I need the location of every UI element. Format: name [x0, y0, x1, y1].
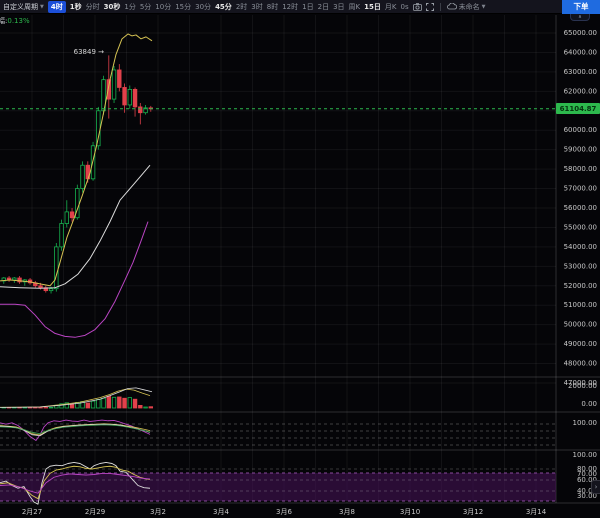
svg-text:65000.00: 65000.00 [564, 29, 597, 37]
svg-text:56000.00: 56000.00 [564, 204, 597, 212]
svg-text:53000.00: 53000.00 [564, 262, 597, 270]
change-percent-value: 0.13% [7, 17, 29, 25]
period-button[interactable]: 5分 [140, 2, 151, 12]
period-button[interactable]: 12时 [282, 2, 298, 12]
price-axis-labels[interactable]: 65000.00 64000.00 63000.00 62000.00 60000.00… [564, 29, 597, 500]
svg-text:48000.00: 48000.00 [564, 360, 597, 368]
svg-text:100.00: 100.00 [573, 419, 598, 427]
svg-text:3月6: 3月6 [276, 508, 292, 516]
period-button[interactable]: 分时 [86, 2, 100, 12]
period-button[interactable]: 3时 [251, 2, 262, 12]
period-button[interactable]: 1分 [124, 2, 135, 12]
period-button[interactable]: 10分 [155, 2, 171, 12]
kline-chart[interactable]: 65000.00 64000.00 63000.00 62000.00 60000.00… [0, 0, 600, 518]
cloud-icon [447, 3, 457, 10]
date-axis-labels[interactable]: 2月27 2月29 3月2 3月4 3月6 3月8 3月10 3月12 3月14 [22, 508, 547, 516]
svg-text:51000.00: 51000.00 [564, 301, 597, 309]
svg-text:0.00: 0.00 [581, 400, 597, 408]
period-button[interactable]: 4时 [48, 1, 66, 13]
svg-text:3月12: 3月12 [463, 508, 483, 516]
chart-canvas[interactable]: 65000.00 64000.00 63000.00 62000.00 60000.00… [0, 0, 600, 518]
svg-text:55000.00: 55000.00 [564, 223, 597, 231]
period-toolbar: 自定义周期 ▼ 4时 1秒分时 30秒1分 5分 10分 15分 30分 45分 2时 3时 8时 1… [0, 0, 600, 14]
chevron-down-icon: ▼ [40, 4, 44, 10]
svg-text:2月27: 2月27 [22, 508, 42, 516]
period-button[interactable]: 30分 [195, 2, 211, 12]
fullscreen-icon[interactable] [426, 3, 434, 11]
svg-text:62000.00: 62000.00 [564, 87, 597, 95]
svg-text:3月8: 3月8 [339, 508, 355, 516]
period-buttons: 4时 1秒分时 30秒1分 5分 10分 15分 30分 45分 2时 3时 8时 12时 1日 2日 3日… [48, 1, 409, 13]
svg-text:58000.00: 58000.00 [564, 165, 597, 173]
place-order-button[interactable]: 下单 [562, 0, 600, 14]
period-button[interactable]: 45分 [215, 2, 232, 12]
oscillator-layer [0, 420, 150, 440]
period-button[interactable]: 2日 [318, 2, 329, 12]
period-button[interactable]: 月K [385, 2, 397, 12]
period-button[interactable]: 3日 [333, 2, 344, 12]
layout-name-label: 未命名 [459, 2, 480, 12]
custom-period-label: 自定义周期 [3, 2, 38, 12]
current-price-tag: 61104.87 [556, 103, 600, 114]
change-percent-legend: 幅:0.13% [0, 16, 30, 26]
svg-text:57000.00: 57000.00 [564, 185, 597, 193]
svg-text:63000.00: 63000.00 [564, 68, 597, 76]
svg-text:49000.00: 49000.00 [564, 340, 597, 348]
kdj-band [0, 469, 556, 501]
svg-text:100.00: 100.00 [573, 451, 598, 459]
period-button[interactable]: 1秒 [70, 2, 82, 12]
svg-text:3月4: 3月4 [213, 508, 229, 516]
custom-period-dropdown[interactable]: 自定义周期 ▼ [3, 2, 44, 12]
collapse-order-panel-tab[interactable]: ∧ [570, 14, 590, 21]
svg-text:3月2: 3月2 [150, 508, 166, 516]
grid-lines [0, 15, 556, 503]
svg-text:2月29: 2月29 [85, 508, 105, 516]
svg-text:3月14: 3月14 [526, 508, 547, 516]
camera-icon[interactable] [413, 3, 422, 11]
period-button[interactable]: 8时 [267, 2, 278, 12]
svg-text:3月10: 3月10 [400, 508, 420, 516]
svg-text:64000.00: 64000.00 [564, 48, 597, 56]
layout-menu[interactable]: 未命名 ▼ [447, 2, 486, 12]
svg-text:52000.00: 52000.00 [564, 282, 597, 290]
period-button[interactable]: 0s [400, 2, 408, 12]
toolbar-divider [440, 3, 441, 11]
period-button[interactable]: 周K [349, 2, 361, 12]
period-button[interactable]: 30秒 [104, 2, 121, 12]
period-button[interactable]: 15日 [364, 2, 381, 12]
high-price-annotation: 63849 → [62, 48, 104, 56]
chevron-down-icon: ▼ [482, 4, 486, 10]
svg-text:50000.00: 50000.00 [564, 321, 597, 329]
svg-text:60000.00: 60000.00 [564, 126, 597, 134]
svg-text:54000.00: 54000.00 [564, 243, 597, 251]
trading-app: 65000.00 64000.00 63000.00 62000.00 60000.00… [0, 0, 600, 518]
svg-text:59000.00: 59000.00 [564, 146, 597, 154]
period-button[interactable]: 1日 [302, 2, 313, 12]
svg-text:2000.00: 2000.00 [568, 382, 597, 390]
period-button[interactable]: 15分 [175, 2, 191, 12]
expand-panel-button[interactable]: › [591, 480, 600, 494]
period-button[interactable]: 2时 [236, 2, 247, 12]
ma-lines-layer [0, 34, 152, 337]
